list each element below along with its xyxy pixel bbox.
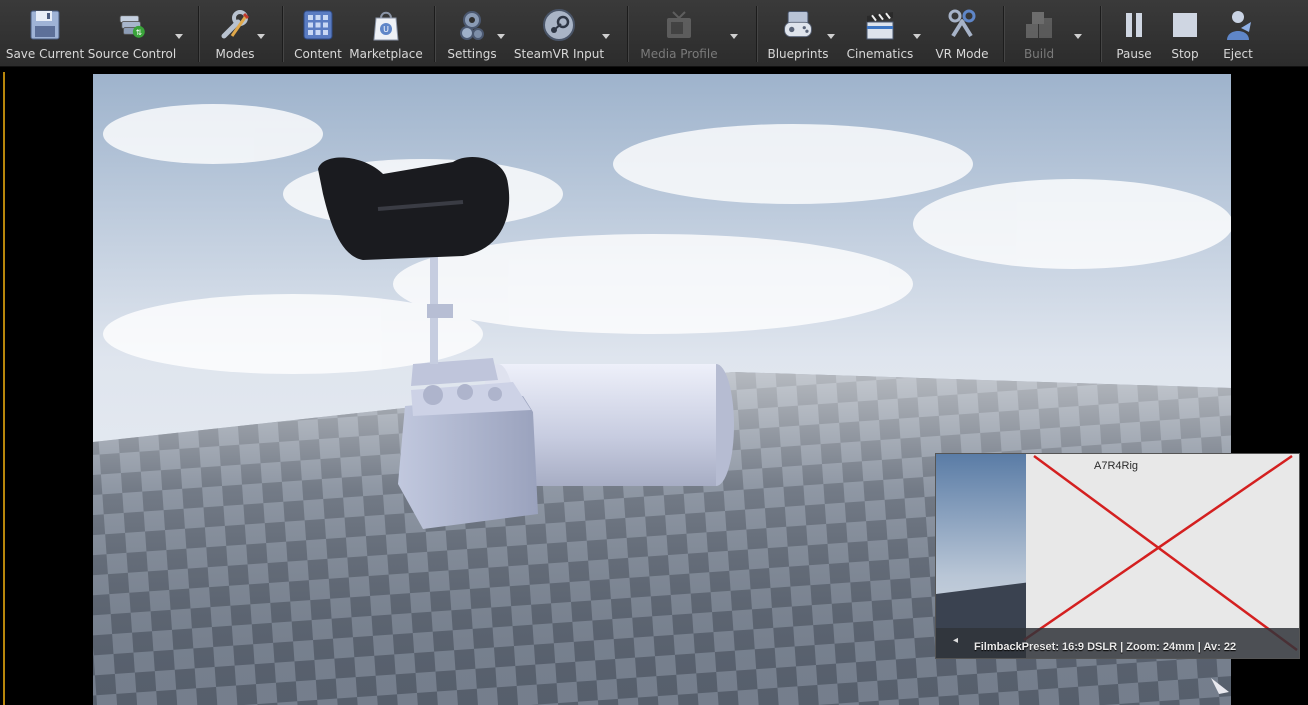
source-control-label: Source Control bbox=[87, 47, 177, 61]
svg-text:U: U bbox=[383, 25, 389, 34]
camera-filmback-info: FilmbackPreset: 16:9 DSLR | Zoom: 24mm |… bbox=[974, 641, 1237, 653]
cinematics-label: Cinematics bbox=[846, 47, 914, 61]
save-icon bbox=[28, 7, 62, 43]
blueprints-icon bbox=[781, 7, 815, 43]
source-control-dropdown[interactable] bbox=[174, 31, 184, 41]
steamvr-input-dropdown[interactable] bbox=[601, 31, 611, 41]
svg-text:⇅: ⇅ bbox=[136, 28, 143, 37]
modes-dropdown[interactable] bbox=[256, 31, 266, 41]
settings-icon bbox=[455, 7, 489, 43]
toolbar-separator bbox=[627, 6, 628, 62]
toolbar-separator bbox=[282, 6, 283, 62]
media-profile-label: Media Profile bbox=[640, 47, 718, 61]
build-button[interactable]: Build bbox=[1014, 3, 1064, 63]
eject-button[interactable]: Eject bbox=[1215, 3, 1261, 63]
stop-label: Stop bbox=[1171, 47, 1199, 61]
steamvr-input-button[interactable]: SteamVR Input bbox=[514, 3, 604, 63]
toolbar-separator bbox=[1003, 6, 1004, 62]
vr-mode-icon bbox=[945, 7, 979, 43]
content-label: Content bbox=[294, 47, 342, 61]
blueprints-label: Blueprints bbox=[767, 47, 829, 61]
vr-mode-button[interactable]: VR Mode bbox=[932, 3, 992, 63]
blueprints-button[interactable]: Blueprints bbox=[766, 3, 830, 63]
settings-dropdown[interactable] bbox=[496, 31, 506, 41]
main-toolbar: Save Current ⇅ Source Control Modes Cont… bbox=[0, 0, 1308, 67]
media-profile-dropdown[interactable] bbox=[729, 31, 739, 41]
media-profile-icon bbox=[662, 7, 696, 43]
pause-label: Pause bbox=[1116, 47, 1152, 61]
settings-button[interactable]: Settings bbox=[446, 3, 498, 63]
source-control-icon: ⇅ bbox=[115, 7, 149, 43]
toolbar-separator bbox=[1100, 6, 1101, 62]
steamvr-input-label: SteamVR Input bbox=[513, 47, 605, 61]
pause-button[interactable]: Pause bbox=[1112, 3, 1156, 63]
cinematics-dropdown[interactable] bbox=[912, 31, 922, 41]
toolbar-separator bbox=[434, 6, 435, 62]
toolbar-separator bbox=[198, 6, 199, 62]
pause-icon bbox=[1117, 7, 1151, 43]
eject-label: Eject bbox=[1223, 47, 1253, 61]
steamvr-icon bbox=[542, 7, 576, 43]
save-current-label: Save Current bbox=[5, 47, 85, 61]
marketplace-icon: U bbox=[369, 7, 403, 43]
marketplace-label: Marketplace bbox=[349, 47, 423, 61]
camera-rig-name: A7R4Rig bbox=[1094, 460, 1139, 472]
toolbar-separator bbox=[756, 6, 757, 62]
stop-icon bbox=[1168, 7, 1202, 43]
modes-button[interactable]: Modes bbox=[210, 3, 260, 63]
build-label: Build bbox=[1023, 47, 1055, 61]
settings-label: Settings bbox=[447, 47, 497, 61]
stop-button[interactable]: Stop bbox=[1164, 3, 1206, 63]
camera-preview-marker-icon: ◂ bbox=[953, 635, 959, 646]
content-button[interactable]: Content bbox=[293, 3, 343, 63]
cinematics-icon bbox=[863, 7, 897, 43]
camera-preview-render bbox=[936, 454, 1299, 658]
media-profile-button[interactable]: Media Profile bbox=[638, 3, 720, 63]
eject-icon bbox=[1221, 7, 1255, 43]
modes-icon bbox=[218, 7, 252, 43]
vr-mode-label: VR Mode bbox=[935, 47, 989, 61]
build-icon bbox=[1022, 7, 1056, 43]
cinematics-button[interactable]: Cinematics bbox=[846, 3, 914, 63]
content-icon bbox=[301, 7, 335, 43]
modes-label: Modes bbox=[215, 47, 255, 61]
save-current-button[interactable]: Save Current bbox=[5, 3, 85, 63]
camera-preview-pip[interactable]: A7R4Rig ◂ FilmbackPreset: 16:9 DSLR | Zo… bbox=[935, 453, 1300, 659]
marketplace-button[interactable]: U Marketplace bbox=[349, 3, 423, 63]
blueprints-dropdown[interactable] bbox=[826, 31, 836, 41]
source-control-button[interactable]: ⇅ Source Control bbox=[87, 3, 177, 63]
build-dropdown[interactable] bbox=[1073, 31, 1083, 41]
